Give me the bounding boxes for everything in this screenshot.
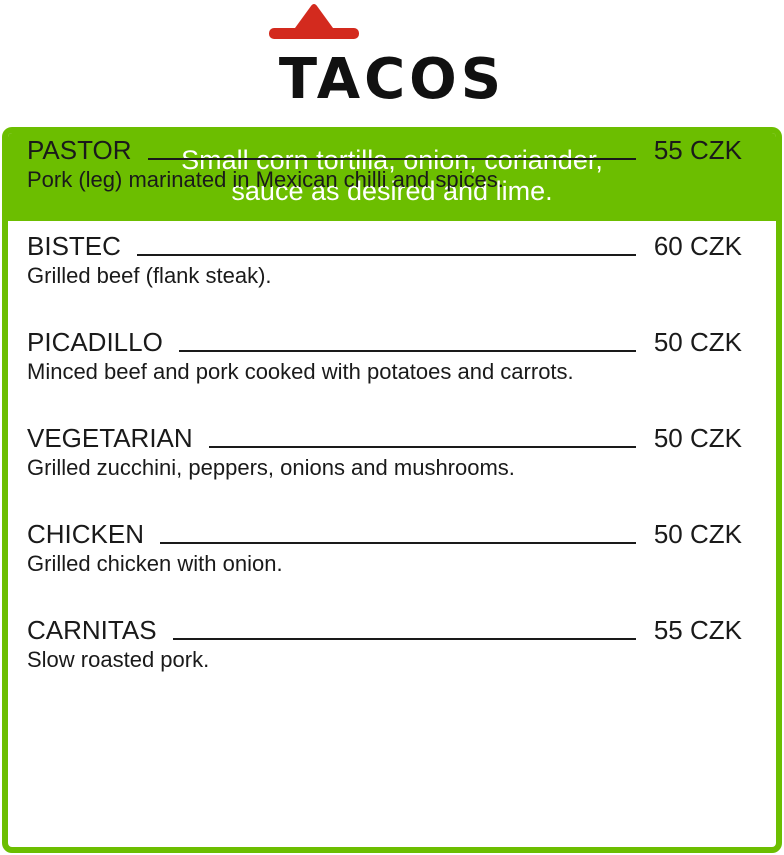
- dotted-leader: [208, 446, 636, 448]
- menu-item: CARNITAS 55 CZK Slow roasted pork.: [27, 615, 742, 711]
- item-price: 50 CZK: [653, 423, 742, 453]
- menu-item: VEGETARIAN 50 CZK Grilled zucchini, pepp…: [27, 423, 742, 519]
- item-name: PASTOR: [27, 135, 132, 165]
- item-description: Grilled zucchini, peppers, onions and mu…: [27, 455, 515, 480]
- item-description: Grilled chicken with onion.: [27, 551, 283, 576]
- dotted-leader: [178, 350, 636, 352]
- item-description: Pork (leg) marinated in Mexican chilli a…: [27, 167, 504, 192]
- item-price: 60 CZK: [653, 231, 742, 261]
- menu-list: PASTOR 55 CZK Pork (leg) marinated in Me…: [27, 135, 742, 711]
- item-description: Grilled beef (flank steak).: [27, 263, 272, 288]
- dotted-leader: [160, 542, 636, 544]
- item-name: CHICKEN: [27, 519, 145, 549]
- item-name: BISTEC: [27, 231, 121, 261]
- item-description: Minced beef and pork cooked with potatoe…: [27, 359, 574, 384]
- menu-item: BISTEC 60 CZK Grilled beef (flank steak)…: [27, 231, 742, 327]
- menu-item: CHICKEN 50 CZK Grilled chicken with onio…: [27, 519, 742, 615]
- page-title: TACOS: [278, 47, 506, 112]
- dotted-leader: [136, 254, 636, 256]
- item-price: 55 CZK: [653, 615, 742, 645]
- sombrero-icon: [269, 4, 359, 39]
- menu-item: PICADILLO 50 CZK Minced beef and pork co…: [27, 327, 742, 423]
- dotted-leader: [172, 638, 636, 640]
- item-price: 50 CZK: [653, 519, 742, 549]
- menu-item: PASTOR 55 CZK Pork (leg) marinated in Me…: [27, 135, 742, 231]
- item-name: VEGETARIAN: [27, 423, 193, 453]
- item-name: CARNITAS: [27, 615, 157, 645]
- dotted-leader: [147, 158, 636, 160]
- item-description: Slow roasted pork.: [27, 647, 210, 672]
- item-price: 50 CZK: [653, 327, 742, 357]
- item-name: PICADILLO: [27, 327, 163, 357]
- item-price: 55 CZK: [653, 135, 742, 165]
